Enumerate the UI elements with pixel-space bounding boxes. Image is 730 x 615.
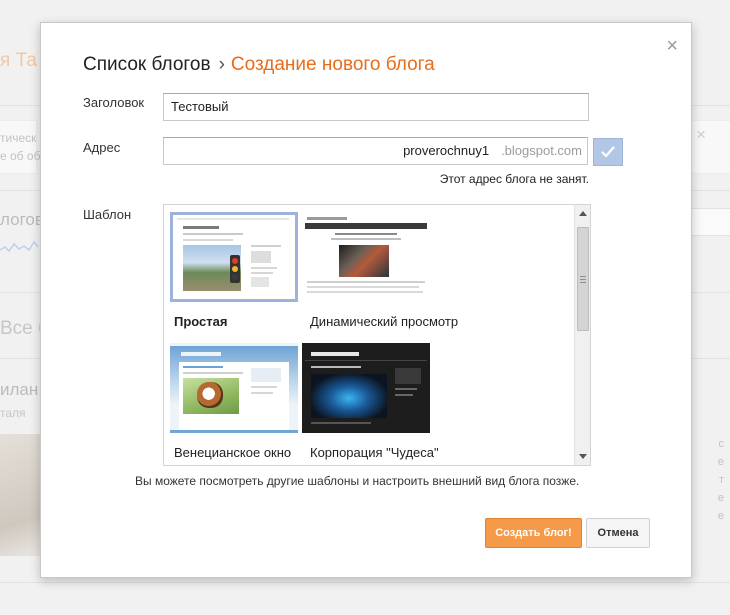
background-blog-photo (0, 434, 40, 556)
address-input-value: proverochnuy1 (403, 143, 490, 158)
thumb-sidebar-line (395, 388, 417, 390)
title-input[interactable]: Тестовый (163, 93, 589, 121)
thumb-sidebar-block (251, 368, 281, 382)
background-notice-line: тическ (0, 131, 37, 145)
thumb-sidebar-block (251, 277, 269, 287)
breadcrumb-blog-list[interactable]: Список блогов (83, 54, 211, 75)
thumb-line (183, 239, 233, 241)
background-right-text: с (718, 438, 725, 450)
thumb-sidebar-line (251, 272, 273, 274)
template-label: Шаблон (83, 207, 132, 222)
background-divider (0, 582, 730, 583)
scrollbar-grip (580, 279, 586, 280)
breadcrumb: Список блогов › Создание нового блога (83, 54, 435, 76)
thumb-title (311, 352, 359, 356)
thumb-sidebar-line (395, 394, 413, 396)
background-notice-line: е об об (0, 149, 41, 163)
background-right-text: е (717, 492, 724, 504)
close-icon[interactable]: × (666, 36, 678, 56)
check-icon (601, 146, 615, 158)
thumb-topbar (177, 218, 289, 220)
breadcrumb-current: Создание нового блога (230, 54, 435, 75)
thumb-sidebar-block (395, 368, 421, 384)
address-label: Адрес (83, 140, 121, 155)
thumb-sidebar-line (251, 392, 273, 394)
address-domain-suffix: .blogspot.com (501, 143, 582, 158)
thumb-sidebar-block (251, 251, 271, 263)
thumb-dog (197, 382, 223, 408)
background-stats-graph-icon (0, 240, 38, 253)
background-blogs-heading: логов (0, 210, 44, 229)
background-search-input (689, 208, 730, 236)
thumb-line (307, 281, 425, 283)
cancel-button[interactable]: Отмена (586, 518, 650, 548)
thumb-photo (311, 374, 387, 418)
thumb-line (183, 366, 223, 368)
address-check-button[interactable] (593, 138, 623, 166)
background-right-text: е (717, 510, 724, 522)
thumb-line (311, 366, 361, 368)
address-input[interactable]: proverochnuy1 .blogspot.com (163, 137, 588, 165)
create-blog-button[interactable]: Создать блог! (485, 518, 582, 548)
background-blog-author: таля (0, 406, 26, 420)
background-page-title: я Та (0, 50, 37, 71)
template-picture-window[interactable]: Венецианское окно (170, 343, 298, 460)
template-name: Венецианское окно (174, 445, 292, 460)
template-list[interactable]: Простая Динамический просмотр Венецианск… (163, 204, 591, 466)
template-list-scrollbar[interactable] (574, 205, 590, 465)
thumb-light-red (232, 258, 238, 264)
background-right-text: е (717, 456, 724, 468)
scrollbar-thumb[interactable] (577, 227, 589, 331)
thumb-line (331, 238, 401, 240)
background-close-icon: × (696, 125, 706, 144)
title-input-value: Тестовый (171, 99, 229, 114)
background-blog-name: илан (0, 380, 39, 399)
template-hint: Вы можете посмотреть другие шаблоны и на… (135, 474, 580, 488)
template-name: Простая (174, 314, 228, 329)
template-thumbnail-awesome-inc (302, 343, 430, 433)
template-dynamic-views[interactable]: Динамический просмотр (302, 212, 459, 329)
template-awesome-inc[interactable]: Корпорация "Чудеса" (302, 343, 439, 460)
thumb-line (307, 286, 419, 288)
scrollbar-grip (580, 282, 586, 283)
thumb-line (183, 233, 243, 235)
thumb-light-amber (232, 266, 238, 272)
address-status: Этот адрес блога не занят. (439, 172, 589, 186)
thumb-title (181, 352, 221, 356)
background-right-text: т (718, 474, 724, 486)
template-name: Динамический просмотр (310, 314, 459, 329)
template-thumbnail-simple (170, 212, 298, 302)
background-notice (0, 120, 37, 174)
template-simple[interactable]: Простая (170, 212, 298, 329)
scroll-up-arrow-icon[interactable] (579, 211, 587, 216)
thumb-sidebar-line (251, 267, 277, 269)
thumb-line (307, 291, 423, 293)
create-blog-dialog: × Список блогов › Создание нового блога За… (40, 22, 692, 578)
breadcrumb-separator: › (218, 54, 225, 75)
thumb-light-green (232, 274, 238, 280)
thumb-menubar (305, 223, 427, 229)
thumb-divider (305, 360, 427, 361)
template-thumbnail-picture-window (170, 343, 298, 433)
scroll-down-arrow-icon[interactable] (579, 454, 587, 459)
template-name: Корпорация "Чудеса" (310, 445, 439, 460)
thumb-photo (339, 245, 389, 277)
thumb-title (307, 217, 347, 220)
template-thumbnail-dynamic (302, 212, 430, 302)
thumb-sidebar-line (251, 386, 277, 388)
thumb-line (335, 233, 397, 235)
thumb-line (311, 422, 371, 424)
thumb-line (183, 372, 243, 374)
thumb-sidebar-line (251, 245, 281, 247)
scrollbar-grip (580, 276, 586, 277)
title-label: Заголовок (83, 95, 145, 110)
thumb-title (183, 226, 219, 229)
